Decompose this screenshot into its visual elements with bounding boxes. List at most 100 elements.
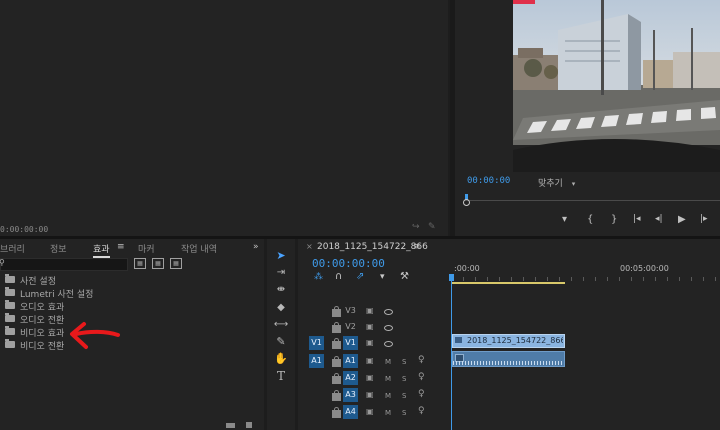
go-to-in-icon[interactable]: |◂ xyxy=(633,214,641,224)
sync-lock-icon[interactable]: ▣ xyxy=(366,356,374,365)
slip-tool-icon[interactable]: ⟷ xyxy=(272,317,290,333)
add-marker-icon[interactable]: ▾ xyxy=(380,272,385,282)
eye-icon[interactable] xyxy=(384,309,393,315)
type-tool-icon[interactable]: T xyxy=(272,368,290,384)
program-timecode[interactable]: 00:00:00 xyxy=(467,176,510,186)
step-back-icon[interactable]: ◂| xyxy=(655,214,663,224)
marker-icon[interactable]: ▾ xyxy=(562,214,567,225)
solo-button[interactable]: S xyxy=(402,392,406,400)
pen-tool-icon[interactable]: ✎ xyxy=(272,334,290,350)
red-arrow-annotation xyxy=(70,322,120,349)
folder-icon xyxy=(5,287,15,296)
microphone-icon[interactable]: ♀ xyxy=(418,355,425,365)
microphone-icon[interactable]: ♀ xyxy=(418,406,425,416)
lock-icon[interactable] xyxy=(332,322,341,333)
playhead-handle[interactable] xyxy=(449,274,454,281)
track-v3-label[interactable]: V3 xyxy=(343,304,358,318)
source-monitor-viewer xyxy=(0,0,448,218)
play-icon[interactable]: ▶ xyxy=(678,214,686,225)
list-item[interactable]: 비디오 전환 xyxy=(0,338,264,352)
program-scrubber[interactable] xyxy=(463,194,720,206)
ripple-edit-tool-icon[interactable]: ⇼ xyxy=(272,282,290,298)
selection-tool-icon[interactable]: ➤ xyxy=(272,248,290,264)
panel-menu-icon[interactable]: ≡ xyxy=(117,242,125,252)
source-timecode[interactable]: 0:00:00:00 xyxy=(0,225,48,234)
timeline-timecode[interactable]: 00:00:00:00 xyxy=(312,257,385,270)
mute-button[interactable]: M xyxy=(385,358,391,366)
solo-button[interactable]: S xyxy=(402,409,406,417)
accelerated-effects-icon[interactable]: ▦ xyxy=(134,258,146,269)
track-a1-label[interactable]: A1 xyxy=(343,354,358,368)
new-folder-icon[interactable] xyxy=(226,423,235,428)
magnet-icon[interactable]: ∩ xyxy=(335,271,342,282)
list-item[interactable]: 사전 설정 xyxy=(0,273,264,287)
eye-icon[interactable] xyxy=(384,325,393,331)
lock-icon[interactable] xyxy=(332,407,341,418)
sync-lock-icon[interactable]: ▣ xyxy=(366,390,374,399)
mute-button[interactable]: M xyxy=(385,392,391,400)
32bit-effects-icon[interactable]: ▦ xyxy=(152,258,164,269)
hand-tool-icon[interactable]: ✋ xyxy=(272,351,290,367)
mute-button[interactable]: M xyxy=(385,375,391,383)
step-forward-icon[interactable]: |▸ xyxy=(700,214,708,224)
linked-selection-icon[interactable]: ⇗ xyxy=(356,271,364,282)
tab-history[interactable]: 작업 내역 xyxy=(181,242,217,255)
sync-lock-icon[interactable]: ▣ xyxy=(366,373,374,382)
track-v2-label[interactable]: V2 xyxy=(343,320,358,334)
audio-clip[interactable] xyxy=(452,351,565,367)
work-area-bar[interactable] xyxy=(451,282,565,284)
in-point-icon[interactable]: { xyxy=(587,214,593,225)
out-point-icon[interactable]: } xyxy=(611,214,617,225)
mute-button[interactable]: M xyxy=(385,409,391,417)
delete-icon[interactable] xyxy=(246,422,252,428)
sync-lock-icon[interactable]: ▣ xyxy=(366,306,374,315)
dashcam-street-image xyxy=(513,0,720,172)
track-select-tool-icon[interactable]: ⇥ xyxy=(272,265,290,281)
list-item[interactable]: Lumetri 사전 설정 xyxy=(0,286,264,300)
track-a2-label[interactable]: A2 xyxy=(343,371,358,385)
timeline-menu-icon[interactable]: ≡ xyxy=(413,242,421,252)
playhead-circle[interactable] xyxy=(463,199,470,206)
list-item[interactable]: 오디오 효과 xyxy=(0,299,264,313)
folder-icon xyxy=(5,339,15,348)
sync-lock-icon[interactable]: ▣ xyxy=(366,338,374,347)
microphone-icon[interactable]: ♀ xyxy=(418,389,425,399)
list-item[interactable]: 비디오 효과 xyxy=(0,325,264,339)
razor-tool-icon[interactable]: ◆ xyxy=(272,300,290,316)
video-clip[interactable]: 2018_1125_154722_866.M xyxy=(452,334,565,348)
lock-icon[interactable] xyxy=(332,390,341,401)
solo-button[interactable]: S xyxy=(402,375,406,383)
tab-effects[interactable]: 효과 xyxy=(93,242,110,258)
track-a4-label[interactable]: A4 xyxy=(343,405,358,419)
lock-icon[interactable] xyxy=(332,356,341,367)
video-clip-label: 2018_1125_154722_866.M xyxy=(467,336,563,345)
yuv-effects-icon[interactable]: ▦ xyxy=(170,258,182,269)
wrench-icon[interactable]: ✎ xyxy=(428,222,436,232)
close-icon[interactable]: × xyxy=(306,242,313,251)
overflow-icon[interactable]: » xyxy=(253,242,259,252)
track-a3-label[interactable]: A3 xyxy=(343,388,358,402)
lock-icon[interactable] xyxy=(332,338,341,349)
tab-library[interactable]: 브러리 xyxy=(0,242,25,255)
effects-search-input[interactable]: ⚲ xyxy=(0,258,128,271)
source-patch-a1[interactable]: A1 xyxy=(309,354,324,368)
eye-icon[interactable] xyxy=(384,341,393,347)
microphone-icon[interactable]: ♀ xyxy=(418,372,425,382)
lock-icon[interactable] xyxy=(332,373,341,384)
time-ruler[interactable]: :00:00 00:05:00:00 xyxy=(449,257,720,285)
snap-icon[interactable]: ⁂ xyxy=(314,272,323,282)
sync-lock-icon[interactable]: ▣ xyxy=(366,407,374,416)
fit-select[interactable]: 맞추기 ▾ xyxy=(538,176,575,189)
source-patch-v1[interactable]: V1 xyxy=(309,336,324,350)
track-v1-label[interactable]: V1 xyxy=(343,336,358,350)
wrench-icon[interactable]: ⚒ xyxy=(400,271,409,282)
tab-info[interactable]: 정보 xyxy=(50,242,67,255)
list-item[interactable]: 오디오 전환 xyxy=(0,312,264,326)
solo-button[interactable]: S xyxy=(402,358,406,366)
export-frame-icon[interactable]: ↪ xyxy=(412,222,420,232)
tab-markers[interactable]: 마커 xyxy=(138,242,155,255)
fit-select-label: 맞추기 xyxy=(538,179,563,189)
sync-lock-icon[interactable]: ▣ xyxy=(366,322,374,331)
tab-sequence[interactable]: 2018_1125_154722_866 xyxy=(317,242,428,252)
lock-icon[interactable] xyxy=(332,306,341,317)
